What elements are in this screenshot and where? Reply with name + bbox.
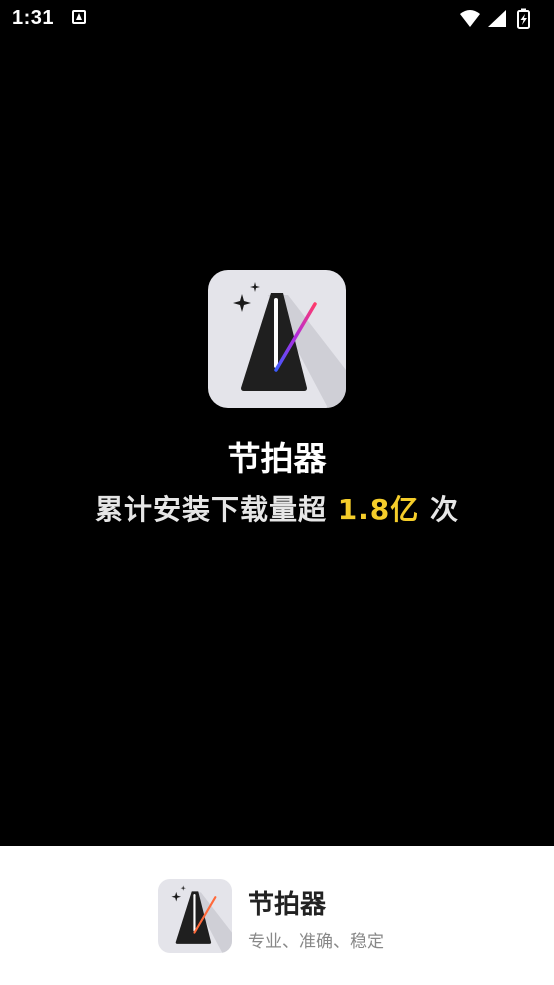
notification-a-icon: [72, 10, 86, 24]
brand-name: 节拍器: [248, 890, 327, 920]
status-time: 1:31: [12, 7, 55, 29]
app-title: 节拍器: [227, 439, 327, 478]
brand-slogan: 专业、准确、稳定: [248, 932, 384, 952]
app-icon-small: [158, 879, 232, 953]
cell-signal-icon: [488, 10, 506, 27]
install-count-highlight: 1.8亿: [337, 493, 420, 526]
tagline-prefix: 累计安装下载量超: [94, 493, 338, 526]
bottom-brand-bar: 节拍器 专业、准确、稳定: [0, 846, 554, 985]
metronome-icon: [233, 282, 346, 408]
status-bar: 1:31: [0, 0, 554, 40]
metronome-icon: [171, 885, 232, 953]
install-count-tagline: 累计安装下载量超 1.8亿 次: [0, 488, 554, 528]
battery-charging-icon: [517, 8, 530, 29]
wifi-icon: [460, 10, 480, 27]
status-icons: [458, 8, 544, 30]
tagline-suffix: 次: [419, 493, 460, 526]
app-icon-large: [208, 270, 346, 408]
